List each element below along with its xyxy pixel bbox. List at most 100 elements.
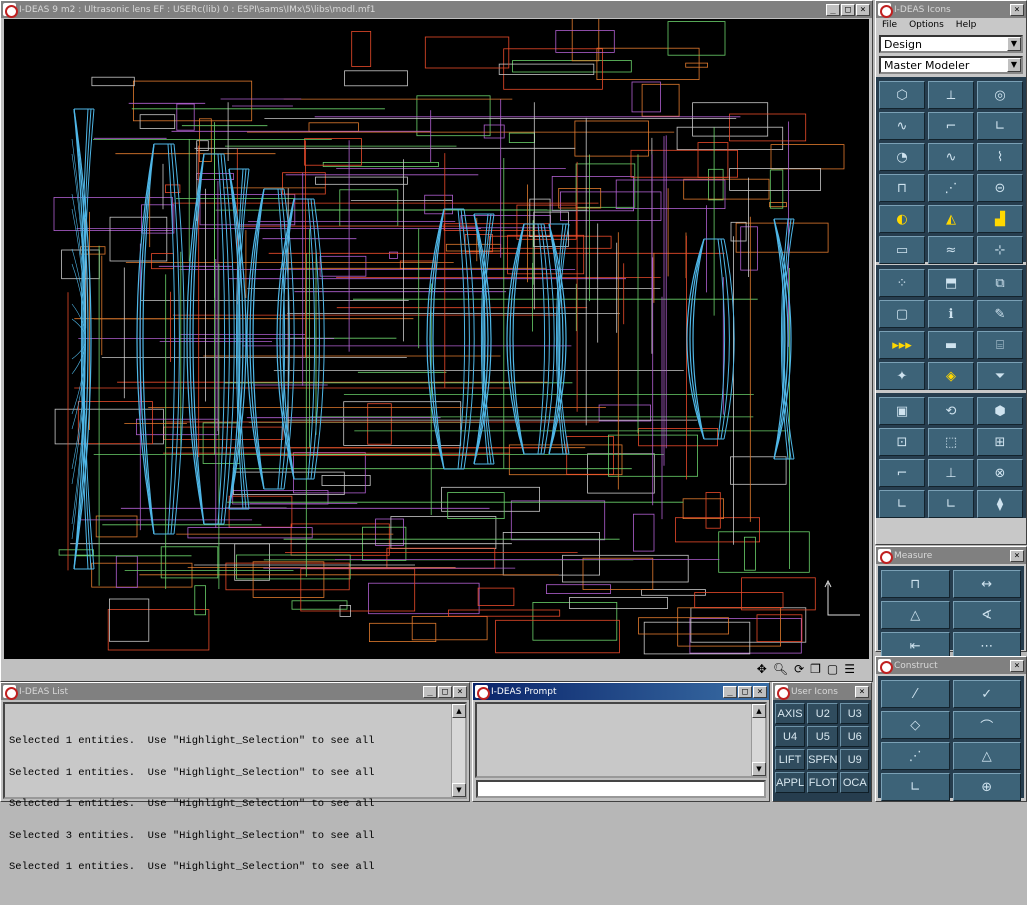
tool-icon-button[interactable]: ⊹ xyxy=(977,236,1023,264)
main-titlebar[interactable]: I-DEAS 9 m2 : Ultrasonic lens EF : USERc… xyxy=(1,1,872,18)
tool-icon-button[interactable]: ⊓ xyxy=(879,174,925,202)
close-button[interactable]: × xyxy=(753,685,767,698)
tool-icon-button[interactable]: ⬚ xyxy=(928,428,974,456)
tool-icon-button[interactable]: ◭ xyxy=(928,205,974,233)
tool-icon-button[interactable]: ↔ xyxy=(952,570,1021,598)
tool-icon-button[interactable]: ⋰ xyxy=(928,174,974,202)
tool-icon-button[interactable]: ⊝ xyxy=(977,174,1023,202)
tool-icon-button[interactable]: ▸▸▸ xyxy=(879,331,925,359)
icons-panel-titlebar[interactable]: I-DEAS Icons × xyxy=(876,1,1026,18)
minimize-button[interactable]: _ xyxy=(423,685,437,698)
tool-icon-button[interactable]: ⏷ xyxy=(977,362,1023,390)
user-icon-button-flot[interactable]: FLOT xyxy=(807,772,839,793)
maximize-button[interactable]: □ xyxy=(438,685,452,698)
menu-file[interactable]: File xyxy=(882,20,897,30)
tool-icon-button[interactable]: ℹ xyxy=(928,300,974,328)
measure-panel-titlebar[interactable]: Measure × xyxy=(876,547,1026,564)
prompt-scrollbar[interactable]: ▲ ▼ xyxy=(751,704,766,776)
close-button[interactable]: × xyxy=(1010,659,1024,672)
tool-icon-button[interactable]: ◇ xyxy=(881,711,950,739)
tool-icon-button[interactable]: ⊥ xyxy=(928,459,974,487)
close-button[interactable]: × xyxy=(856,3,870,16)
window-icon[interactable]: ▢ xyxy=(827,662,838,676)
tool-icon-button[interactable]: ✦ xyxy=(879,362,925,390)
tool-icon-button[interactable]: ⧫ xyxy=(977,490,1023,518)
user-icon-button-oca[interactable]: OCA xyxy=(840,772,869,793)
tool-icon-button[interactable]: ✓ xyxy=(952,680,1021,708)
tool-icon-button[interactable]: ⌸ xyxy=(977,331,1023,359)
tool-icon-button[interactable]: ◎ xyxy=(977,81,1023,109)
tool-icon-button[interactable]: △ xyxy=(881,601,950,629)
tool-icon-button[interactable]: ∿ xyxy=(879,112,925,140)
close-button[interactable]: × xyxy=(1010,3,1024,16)
tool-icon-button[interactable]: ⊕ xyxy=(952,773,1021,801)
list-titlebar[interactable]: I-DEAS List _ □ × xyxy=(1,683,469,700)
menu-help[interactable]: Help xyxy=(956,20,977,30)
tool-icon-button[interactable]: ◔ xyxy=(879,143,925,171)
tool-icon-button[interactable]: ⬒ xyxy=(928,269,974,297)
tool-icon-button[interactable]: ⊡ xyxy=(879,428,925,456)
tool-icon-button[interactable]: ∢ xyxy=(952,601,1021,629)
tool-icon-button[interactable]: ⌐ xyxy=(879,459,925,487)
close-button[interactable]: × xyxy=(855,685,869,698)
scroll-up-icon[interactable]: ▲ xyxy=(752,704,766,718)
graphics-canvas[interactable] xyxy=(4,19,869,659)
tool-icon-button[interactable]: ⬢ xyxy=(977,397,1023,425)
user-icon-button-spfn[interactable]: SPFN xyxy=(807,749,839,770)
scroll-up-icon[interactable]: ▲ xyxy=(452,704,466,718)
minimize-button[interactable]: _ xyxy=(826,3,840,16)
chevron-down-icon[interactable]: ▼ xyxy=(1007,37,1021,51)
menu-options[interactable]: Options xyxy=(909,20,944,30)
user-icon-button-u3[interactable]: U3 xyxy=(840,703,869,724)
tool-icon-button[interactable]: ⬡ xyxy=(879,81,925,109)
tool-icon-button[interactable]: ▬ xyxy=(928,331,974,359)
tool-icon-button[interactable]: ◈ xyxy=(928,362,974,390)
tool-icon-button[interactable]: ⁄ xyxy=(881,680,950,708)
tool-icon-button[interactable]: ∟ xyxy=(977,112,1023,140)
tool-icon-button[interactable]: ⌇ xyxy=(977,143,1023,171)
tool-icon-button[interactable]: ⟲ xyxy=(928,397,974,425)
list-scrollbar[interactable]: ▲ ▼ xyxy=(451,704,466,797)
tool-icon-button[interactable]: ⧉ xyxy=(977,269,1023,297)
tool-icon-button[interactable]: △ xyxy=(952,742,1021,770)
pan-icon[interactable]: ✥ xyxy=(757,662,767,676)
tool-icon-button[interactable]: ✎ xyxy=(977,300,1023,328)
menu-icon[interactable]: ☰ xyxy=(844,662,855,676)
tool-icon-button[interactable]: ⊓ xyxy=(881,570,950,598)
maximize-button[interactable]: □ xyxy=(841,3,855,16)
tool-icon-button[interactable]: ⁘ xyxy=(879,269,925,297)
maximize-button[interactable]: □ xyxy=(738,685,752,698)
scroll-down-icon[interactable]: ▼ xyxy=(752,762,766,776)
prompt-titlebar[interactable]: I-DEAS Prompt _ □ × xyxy=(473,683,769,700)
user-icon-button-u2[interactable]: U2 xyxy=(807,703,839,724)
close-button[interactable]: × xyxy=(453,685,467,698)
tool-icon-button[interactable]: ⊗ xyxy=(977,459,1023,487)
user-icon-button-u6[interactable]: U6 xyxy=(840,726,869,747)
scroll-down-icon[interactable]: ▼ xyxy=(452,783,466,797)
user-icon-button-appl[interactable]: APPL xyxy=(775,772,806,793)
tool-icon-button[interactable]: ▟ xyxy=(977,205,1023,233)
user-icons-titlebar[interactable]: User Icons × xyxy=(773,683,871,700)
view-cube-icon[interactable]: ❐ xyxy=(810,662,821,676)
tool-icon-button[interactable]: ⟂ xyxy=(928,81,974,109)
tool-icon-button[interactable]: ⌐ xyxy=(928,112,974,140)
task-select[interactable]: Master Modeler ▼ xyxy=(879,56,1023,74)
user-icon-button-lift[interactable]: LIFT xyxy=(775,749,806,770)
application-select[interactable]: Design ▼ xyxy=(879,35,1023,53)
tool-icon-button[interactable]: ▣ xyxy=(879,397,925,425)
chevron-down-icon[interactable]: ▼ xyxy=(1007,58,1021,72)
tool-icon-button[interactable]: ◐ xyxy=(879,205,925,233)
zoom-icon[interactable]: 🔍︎ xyxy=(773,662,788,676)
construct-panel-titlebar[interactable]: Construct × xyxy=(876,657,1026,674)
tool-icon-button[interactable]: ∟ xyxy=(879,490,925,518)
tool-icon-button[interactable]: ≈ xyxy=(928,236,974,264)
rotate-icon[interactable]: ⟳ xyxy=(794,662,804,676)
prompt-input[interactable] xyxy=(476,780,766,798)
tool-icon-button[interactable]: ⋰ xyxy=(881,742,950,770)
user-icon-button-axis[interactable]: AXIS xyxy=(775,703,806,724)
tool-icon-button[interactable]: ▭ xyxy=(879,236,925,264)
tool-icon-button[interactable]: ⌒ xyxy=(952,711,1021,739)
user-icon-button-u5[interactable]: U5 xyxy=(807,726,839,747)
user-icon-button-u9[interactable]: U9 xyxy=(840,749,869,770)
tool-icon-button[interactable]: ⊞ xyxy=(977,428,1023,456)
